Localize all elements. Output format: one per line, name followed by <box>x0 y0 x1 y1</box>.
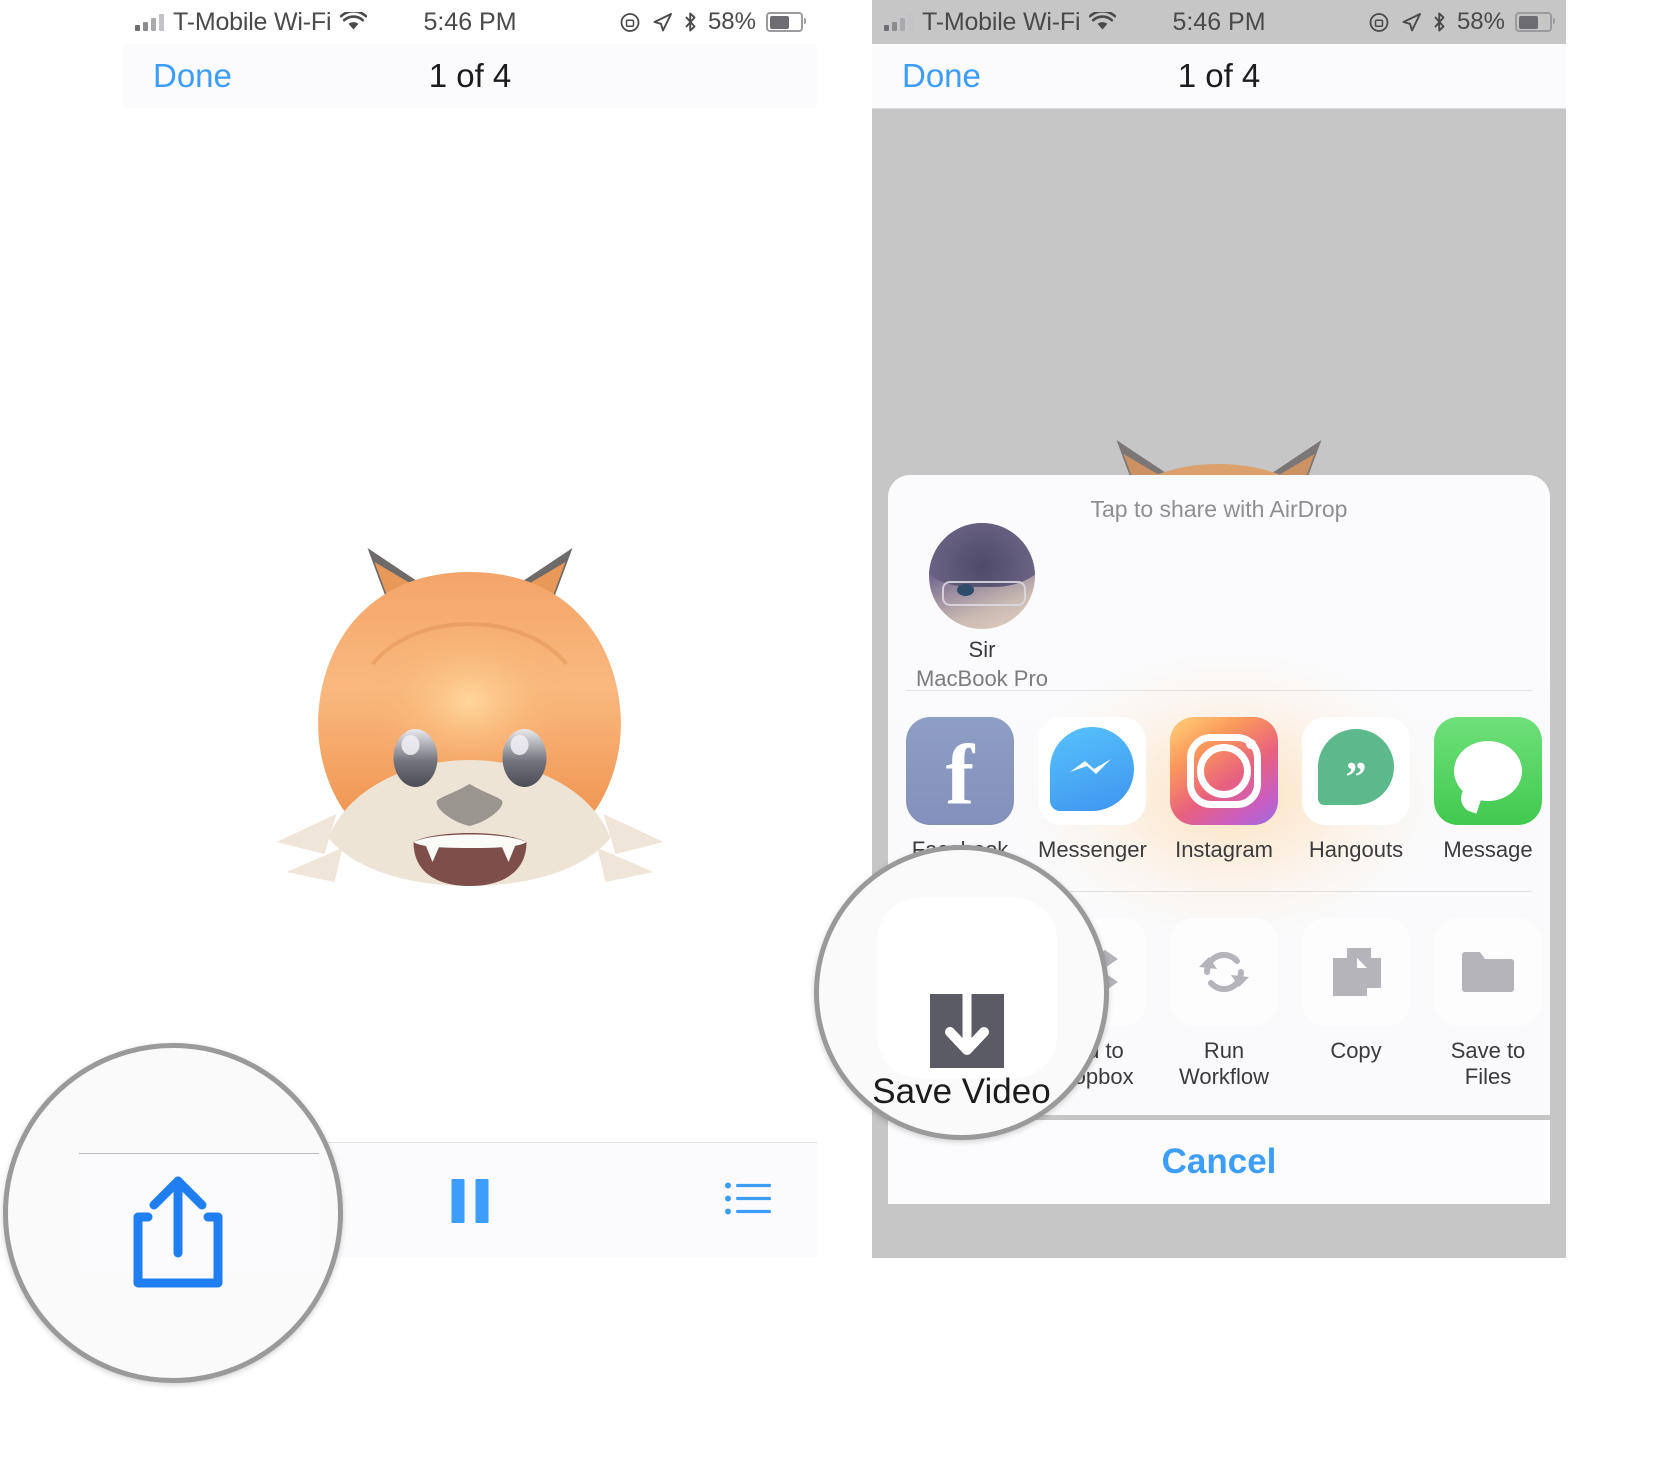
share-app-instagram[interactable]: Instagram <box>1170 717 1278 863</box>
media-viewer <box>123 108 817 1143</box>
airdrop-contact-name: Sir <box>968 637 996 662</box>
facebook-icon: f <box>906 717 1014 825</box>
share-app-facebook[interactable]: f Facebook <box>906 717 1014 863</box>
battery-percent-label: 58% <box>707 8 756 35</box>
cancel-label: Cancel <box>1161 1142 1277 1181</box>
battery-percent-label: 58% <box>1456 8 1505 35</box>
action-label: Copy <box>1330 1038 1382 1063</box>
action-copy[interactable]: Copy <box>1302 918 1410 1064</box>
action-save-to-files[interactable]: Save to Files <box>1434 918 1542 1091</box>
location-arrow-icon <box>653 12 672 31</box>
rotation-lock-icon <box>620 12 640 32</box>
share-app-label: Messenger <box>1038 837 1147 862</box>
airdrop-contact-device: MacBook Pro <box>915 666 1049 691</box>
callout-save-video: Save Video <box>814 845 1109 1140</box>
share-app-label: Hangouts <box>1308 837 1404 862</box>
status-bar-right: 58% <box>619 8 806 36</box>
airdrop-contact[interactable]: Sir MacBook Pro <box>912 523 1052 692</box>
share-app-label: Instagram <box>1175 837 1273 862</box>
page-title: 1 of 4 <box>428 57 512 94</box>
navigation-bar: Done 1 of 4 <box>123 44 817 109</box>
save-video-icon[interactable] <box>877 898 1057 1078</box>
list-icon[interactable] <box>725 1181 771 1220</box>
share-icon[interactable] <box>130 1173 226 1296</box>
share-app-message[interactable]: Message <box>1434 717 1542 863</box>
airdrop-hint-label: Tap to share with AirDrop <box>1090 496 1348 522</box>
share-app-hangouts[interactable]: ” Hangouts <box>1302 717 1410 863</box>
run-workflow-icon <box>1170 918 1278 1026</box>
share-app-messenger[interactable]: Messenger <box>1038 717 1147 863</box>
messenger-icon <box>1038 717 1146 825</box>
animoji-fox-image <box>276 548 664 886</box>
bluetooth-icon <box>1434 12 1445 32</box>
action-label: Run Workflow <box>1178 1038 1270 1090</box>
pause-icon[interactable] <box>451 1178 489 1223</box>
battery-icon <box>1515 12 1555 32</box>
copy-icon <box>1302 918 1410 1026</box>
status-bar: T-Mobile Wi-Fi 5:46 PM 58% <box>872 0 1566 44</box>
instagram-icon <box>1170 717 1278 825</box>
status-bar-right: 58% <box>1368 8 1555 36</box>
share-app-label: Message <box>1443 837 1533 862</box>
location-arrow-icon <box>1402 12 1421 31</box>
page-title: 1 of 4 <box>1177 57 1261 94</box>
status-bar: T-Mobile Wi-Fi 5:46 PM 58% <box>123 0 817 44</box>
rotation-lock-icon <box>1369 12 1389 32</box>
callout-share-button <box>3 1043 343 1383</box>
navigation-bar: Done 1 of 4 <box>872 44 1566 109</box>
action-run-workflow[interactable]: Run Workflow <box>1170 918 1278 1091</box>
save-to-files-icon <box>1434 918 1542 1026</box>
hangouts-icon: ” <box>1302 717 1410 825</box>
avatar <box>929 523 1035 629</box>
action-label: Save to Files <box>1450 1038 1526 1090</box>
callout-save-video-label: Save Video <box>872 1072 1051 1111</box>
airdrop-section: Tap to share with AirDrop Sir MacBook Pr… <box>888 475 1550 692</box>
bluetooth-icon <box>685 12 696 32</box>
battery-icon <box>766 12 806 32</box>
message-icon <box>1434 717 1542 825</box>
